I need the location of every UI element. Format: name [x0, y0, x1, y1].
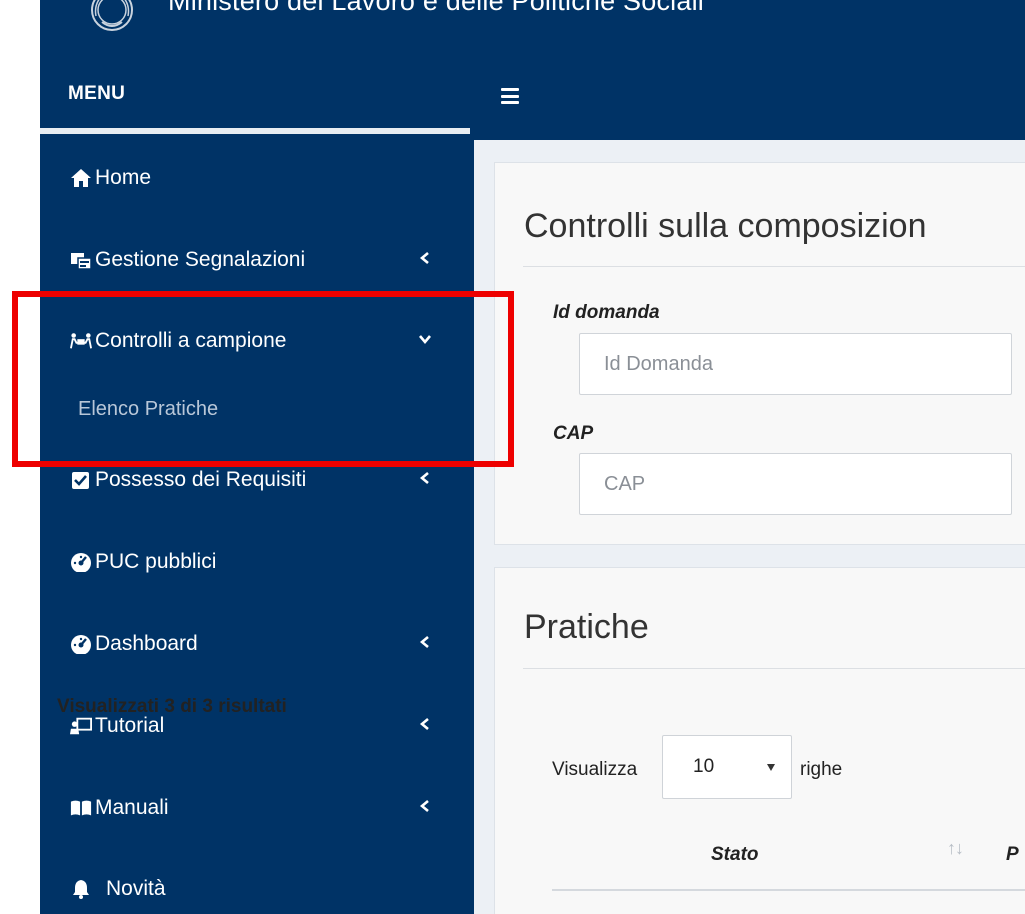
sort-icon[interactable]: ↑↓ [947, 838, 964, 859]
column-header-next[interactable]: P [1006, 844, 1019, 866]
gauge-icon [70, 551, 92, 573]
gauge-icon [70, 633, 92, 655]
rows-per-page-value: 10 [693, 756, 715, 777]
filters-divider [523, 266, 1025, 267]
sidebar-item-possesso-dei-requisiti[interactable]: Possesso dei Requisiti [40, 454, 474, 506]
sidebar-item-label: Gestione Segnalazioni [95, 248, 306, 271]
sidebar-item-label: Dashboard [95, 632, 198, 655]
sidebar-item-label: Possesso dei Requisiti [95, 468, 307, 491]
chevron-down-icon [419, 335, 431, 345]
chevron-left-icon [419, 636, 429, 648]
sidebar-item-dashboard[interactable]: Dashboard [40, 618, 474, 670]
chevron-left-icon [419, 472, 429, 484]
sidebar-item-novita[interactable]: Novità [40, 863, 474, 914]
menu-toggle-icon[interactable] [501, 88, 519, 104]
book-icon [70, 797, 92, 819]
checkbox-icon [70, 469, 92, 491]
sidebar-item-controlli-a-campione[interactable]: Controlli a campione [40, 315, 474, 367]
sidebar-item-home[interactable]: Home [40, 152, 474, 204]
chevron-left-icon [419, 252, 429, 264]
chevron-left-icon [419, 718, 429, 730]
menu-label: MENU [68, 83, 126, 104]
sidebar-item-label: Controlli a campione [95, 329, 287, 352]
column-header-stato[interactable]: Stato [711, 844, 759, 866]
cap-label: CAP [553, 423, 594, 444]
sidebar-item-puc-pubblici[interactable]: PUC pubblici [40, 536, 474, 588]
tutorial-icon [70, 715, 92, 737]
chevron-left-icon [419, 800, 429, 812]
filters-title: Controlli sulla composizion [524, 207, 927, 245]
sidebar-item-gestione-segnalazioni[interactable]: Gestione Segnalazioni [40, 234, 474, 286]
results-count: Visualizzati 3 di 3 risultati [57, 696, 287, 717]
top-navbar [470, 62, 1025, 140]
rows-per-page-select[interactable]: 10 [662, 735, 792, 799]
results-title: Pratiche [524, 608, 649, 646]
sidebar-item-manuali[interactable]: Manuali [40, 782, 474, 834]
id-domanda-label: Id domanda [553, 302, 660, 323]
sidebar-item-label: Novità [106, 877, 166, 900]
top-banner: Ministero del Lavoro e delle Politiche S… [40, 0, 1025, 62]
app-title: Ministero del Lavoro e delle Politiche S… [168, 0, 704, 16]
caret-down-icon [767, 764, 775, 771]
sidebar-item-label: PUC pubblici [95, 550, 217, 573]
sidebar-item-label: Home [95, 166, 152, 189]
cap-input[interactable] [579, 453, 1012, 515]
menu-header: MENU [40, 62, 470, 134]
filters-panel: Controlli sulla composizion Id domanda C… [494, 162, 1025, 545]
sidebar-subitem-elenco-pratiche[interactable]: Elenco Pratiche [78, 398, 218, 421]
bell-icon [70, 878, 92, 900]
table-header-divider [552, 889, 1025, 891]
results-divider [523, 668, 1025, 669]
sidebar: Home Gestione Segnalazioni Controlli a c… [40, 134, 474, 914]
rows-label: righe [800, 759, 843, 780]
home-icon [70, 167, 92, 189]
group-icon [70, 330, 92, 352]
show-label: Visualizza [552, 759, 638, 780]
emblem-icon [91, 0, 133, 31]
reports-icon [70, 249, 92, 271]
sidebar-item-label: Manuali [95, 796, 169, 819]
id-domanda-input[interactable] [579, 333, 1012, 395]
